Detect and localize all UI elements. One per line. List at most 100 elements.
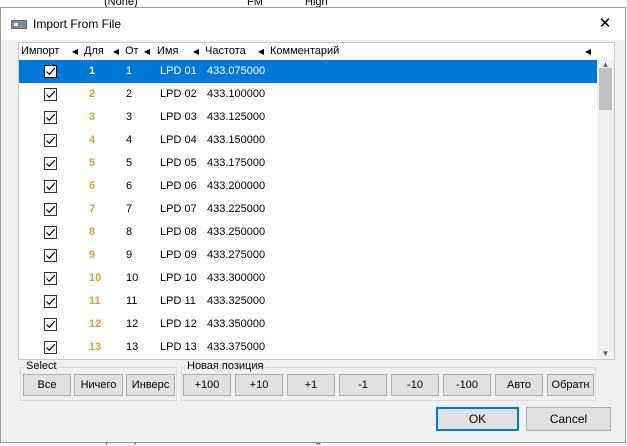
channel-name: LPD 10 xyxy=(160,272,197,284)
vertical-scrollbar[interactable]: ▲ ▼ xyxy=(597,60,614,359)
src-position: 2 xyxy=(126,88,133,100)
column-header-name[interactable]: Имя ◀ xyxy=(155,43,202,60)
table-row[interactable]: 6 6 LPD 06 433.200000 xyxy=(19,175,598,198)
column-header-freq[interactable]: Частота ◀ xyxy=(203,43,267,60)
channel-frequency: 433.175000 xyxy=(207,157,266,169)
position-minus100-button[interactable]: -100 xyxy=(443,374,491,396)
channel-name: LPD 13 xyxy=(160,341,197,353)
import-checkbox[interactable] xyxy=(44,295,57,308)
cancel-button[interactable]: Cancel xyxy=(526,407,611,431)
dest-position: 3 xyxy=(89,111,96,123)
channel-name: LPD 12 xyxy=(160,318,197,330)
table-row[interactable]: 4 4 LPD 04 433.150000 xyxy=(19,129,598,152)
dest-position: 10 xyxy=(89,272,102,284)
dest-position: 8 xyxy=(89,226,96,238)
import-checkbox[interactable] xyxy=(44,226,57,239)
select-all-button[interactable]: Все xyxy=(23,374,71,396)
import-table[interactable]: Импорт ◀ Для ◀ От ◀ Имя ◀ Частота ◀ Комм… xyxy=(18,42,615,360)
import-checkbox[interactable] xyxy=(44,134,57,147)
column-header-label: Комментарий xyxy=(270,45,340,57)
import-checkbox[interactable] xyxy=(44,111,57,124)
channel-frequency: 433.275000 xyxy=(207,249,266,261)
dest-position: 9 xyxy=(89,249,96,261)
table-row[interactable]: 1 1 LPD 01 433.075000 xyxy=(19,60,598,83)
select-invert-button[interactable]: Инверс xyxy=(126,374,175,396)
dest-position: 11 xyxy=(89,295,101,307)
src-position: 12 xyxy=(126,318,139,330)
src-position: 13 xyxy=(126,341,139,353)
table-row[interactable]: 2 2 LPD 02 433.100000 xyxy=(19,83,598,106)
dest-position: 6 xyxy=(89,180,96,192)
position-group-label: Новая позиция xyxy=(185,360,266,372)
src-position: 10 xyxy=(126,272,139,284)
channel-frequency: 433.100000 xyxy=(207,88,266,100)
column-header-src[interactable]: От ◀ xyxy=(123,43,153,60)
column-header-label: Имя xyxy=(157,45,179,57)
import-checkbox[interactable] xyxy=(44,88,57,101)
src-position: 6 xyxy=(126,180,133,192)
sort-arrow-icon: ◀ xyxy=(584,47,591,56)
import-checkbox[interactable] xyxy=(44,272,57,285)
position-minus1-button[interactable]: -1 xyxy=(339,374,387,396)
ok-button[interactable]: OK xyxy=(436,407,519,431)
src-position: 11 xyxy=(126,295,138,307)
import-checkbox[interactable] xyxy=(44,157,57,170)
scroll-down-icon[interactable]: ▼ xyxy=(597,349,614,359)
import-dialog: Import From File ✕ Импорт ◀ Для ◀ От ◀ И… xyxy=(0,7,626,443)
channel-name: LPD 03 xyxy=(160,111,197,123)
table-row[interactable]: 7 7 LPD 07 433.225000 xyxy=(19,198,598,221)
column-header-comment[interactable]: Комментарий ◀ xyxy=(268,43,594,60)
position-minus10-button[interactable]: -10 xyxy=(391,374,439,396)
column-header-import[interactable]: Импорт ◀ xyxy=(19,43,81,60)
src-position: 7 xyxy=(126,203,133,215)
import-checkbox[interactable] xyxy=(44,341,57,354)
src-position: 5 xyxy=(126,157,133,169)
channel-frequency: 433.150000 xyxy=(207,134,266,146)
scrollbar-thumb[interactable] xyxy=(599,68,612,110)
dialog-title: Import From File xyxy=(33,17,122,31)
import-checkbox[interactable] xyxy=(44,203,57,216)
table-row[interactable]: 13 13 LPD 13 433.375000 xyxy=(19,336,598,359)
channel-name: LPD 01 xyxy=(160,65,197,77)
src-position: 3 xyxy=(126,111,133,123)
position-reverse-button[interactable]: Обратн xyxy=(547,374,594,396)
src-position: 4 xyxy=(126,134,133,146)
table-row[interactable]: 5 5 LPD 05 433.175000 xyxy=(19,152,598,175)
sort-arrow-icon: ◀ xyxy=(71,47,78,56)
close-icon[interactable]: ✕ xyxy=(593,12,617,36)
import-checkbox[interactable] xyxy=(44,249,57,262)
table-row[interactable]: 11 11 LPD 11 433.325000 xyxy=(19,290,598,313)
table-row[interactable]: 3 3 LPD 03 433.125000 xyxy=(19,106,598,129)
position-plus100-button[interactable]: +100 xyxy=(183,374,231,396)
import-checkbox[interactable] xyxy=(44,318,57,331)
table-row[interactable]: 12 12 LPD 12 433.350000 xyxy=(19,313,598,336)
table-row[interactable]: 10 10 LPD 10 433.300000 xyxy=(19,267,598,290)
column-header-label: Импорт xyxy=(21,45,60,57)
channel-frequency: 433.350000 xyxy=(207,318,266,330)
position-plus1-button[interactable]: +1 xyxy=(287,374,335,396)
channel-frequency: 433.200000 xyxy=(207,180,266,192)
dest-position: 12 xyxy=(89,318,102,330)
select-none-button[interactable]: Ничего xyxy=(74,374,123,396)
src-position: 1 xyxy=(126,65,133,77)
channel-name: LPD 09 xyxy=(160,249,197,261)
column-header-dest[interactable]: Для ◀ xyxy=(82,43,122,60)
column-header-label: Частота xyxy=(205,45,246,57)
column-header-label: Для xyxy=(84,45,104,57)
channel-frequency: 433.250000 xyxy=(207,226,266,238)
dest-position: 5 xyxy=(89,157,96,169)
position-auto-button[interactable]: Авто xyxy=(495,374,543,396)
table-header: Импорт ◀ Для ◀ От ◀ Имя ◀ Частота ◀ Комм… xyxy=(19,43,598,60)
channel-frequency: 433.300000 xyxy=(207,272,266,284)
dest-position: 7 xyxy=(89,203,96,215)
dest-position: 2 xyxy=(89,88,96,100)
table-row[interactable]: 9 9 LPD 09 433.275000 xyxy=(19,244,598,267)
import-checkbox[interactable] xyxy=(44,65,57,78)
sort-arrow-icon: ◀ xyxy=(192,47,199,56)
sort-arrow-icon: ◀ xyxy=(112,47,119,56)
position-plus10-button[interactable]: +10 xyxy=(235,374,283,396)
import-checkbox[interactable] xyxy=(44,180,57,193)
table-row[interactable]: 8 8 LPD 08 433.250000 xyxy=(19,221,598,244)
channel-name: LPD 08 xyxy=(160,226,197,238)
channel-frequency: 433.325000 xyxy=(207,295,266,307)
